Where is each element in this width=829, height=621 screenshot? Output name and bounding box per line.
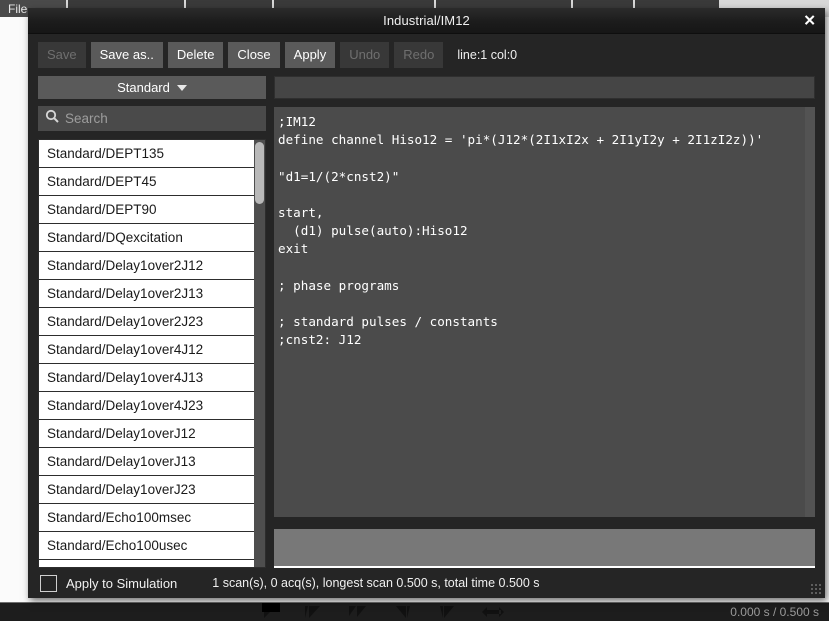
list-item[interactable]: Standard/Echo10msec xyxy=(39,560,254,567)
loop-icon[interactable] xyxy=(482,605,504,619)
dialog-title: Industrial/IM12 xyxy=(383,13,470,28)
chevron-down-icon xyxy=(177,85,187,91)
transport-time-readout: 0.000 s / 0.500 s xyxy=(730,605,819,619)
program-list-scrollbar[interactable] xyxy=(254,140,265,567)
list-item[interactable]: Standard/Delay1over2J13 xyxy=(39,280,254,307)
dialog-titlebar[interactable]: Industrial/IM12 ✕ xyxy=(28,8,825,34)
search-icon xyxy=(45,109,59,128)
close-button[interactable]: Close xyxy=(228,42,279,68)
dialog-body: Save Save as.. Delete Close Apply Undo R… xyxy=(28,34,825,598)
close-icon[interactable]: ✕ xyxy=(803,13,816,28)
category-dropdown-label: Standard xyxy=(117,80,170,95)
list-item[interactable]: Standard/Echo100usec xyxy=(39,532,254,559)
list-item[interactable]: Standard/Delay1over4J23 xyxy=(39,392,254,419)
apply-to-simulation-label: Apply to Simulation xyxy=(66,576,177,591)
background-transport-bar: 0.000 s / 0.500 s xyxy=(0,602,829,621)
redo-button[interactable]: Redo xyxy=(394,42,443,68)
list-item[interactable]: Standard/DQexcitation xyxy=(39,224,254,251)
program-list: Standard/DEPT135Standard/DEPT45Standard/… xyxy=(38,139,266,568)
apply-to-simulation-checkbox[interactable] xyxy=(40,575,57,592)
save-button[interactable]: Save xyxy=(38,42,86,68)
list-item[interactable]: Standard/Delay1overJ13 xyxy=(39,448,254,475)
list-item[interactable]: Standard/Echo100msec xyxy=(39,504,254,531)
category-dropdown[interactable]: Standard xyxy=(38,76,266,99)
list-item[interactable]: Standard/Delay1overJ23 xyxy=(39,476,254,503)
line-column-indicator: line:1 col:0 xyxy=(457,48,517,62)
scan-status-text: 1 scan(s), 0 acq(s), longest scan 0.500 … xyxy=(212,576,539,590)
dialog-footer: Apply to Simulation 1 scan(s), 0 acq(s),… xyxy=(38,568,815,598)
step-forward-icon[interactable] xyxy=(304,605,322,619)
scrollbar-thumb[interactable] xyxy=(255,142,264,204)
list-item[interactable]: Standard/Delay1over2J23 xyxy=(39,308,254,335)
dialog-main: Standard Standard/DEPT135Standard/DEPT45… xyxy=(38,76,815,568)
list-item[interactable]: Standard/Delay1over2J12 xyxy=(39,252,254,279)
save-as-button[interactable]: Save as.. xyxy=(91,42,163,68)
transport-controls xyxy=(262,605,504,619)
list-item[interactable]: Standard/Delay1overJ12 xyxy=(39,420,254,447)
list-item[interactable]: Standard/DEPT90 xyxy=(39,196,254,223)
right-pane: ;IM12 define channel Hiso12 = 'pi*(J12*(… xyxy=(274,76,815,568)
code-editor[interactable]: ;IM12 define channel Hiso12 = 'pi*(J12*(… xyxy=(274,107,805,517)
pulse-program-editor-dialog: Industrial/IM12 ✕ Save Save as.. Delete … xyxy=(28,8,825,598)
skip-end-icon[interactable] xyxy=(394,605,412,619)
search-box[interactable] xyxy=(38,106,266,131)
code-editor-scrollbar[interactable] xyxy=(805,107,815,517)
code-editor-area: ;IM12 define channel Hiso12 = 'pi*(J12*(… xyxy=(274,107,815,517)
program-list-items: Standard/DEPT135Standard/DEPT45Standard/… xyxy=(39,140,254,567)
editor-toolbar: Save Save as.. Delete Close Apply Undo R… xyxy=(38,42,815,68)
list-item[interactable]: Standard/DEPT45 xyxy=(39,168,254,195)
undo-button[interactable]: Undo xyxy=(340,42,389,68)
left-pane: Standard Standard/DEPT135Standard/DEPT45… xyxy=(38,76,266,568)
list-item[interactable]: Standard/Delay1over4J12 xyxy=(39,336,254,363)
apply-button[interactable]: Apply xyxy=(285,42,336,68)
resize-grip[interactable] xyxy=(810,583,823,596)
list-item[interactable]: Standard/DEPT135 xyxy=(39,140,254,167)
skip-start-icon[interactable] xyxy=(438,605,456,619)
pulse-sequence-preview xyxy=(274,529,815,568)
search-input[interactable] xyxy=(65,111,259,126)
fast-forward-icon[interactable] xyxy=(348,605,368,619)
list-item[interactable]: Standard/Delay1over4J13 xyxy=(39,364,254,391)
program-name-field[interactable] xyxy=(274,76,815,99)
stop-icon[interactable] xyxy=(262,603,280,612)
delete-button[interactable]: Delete xyxy=(168,42,224,68)
